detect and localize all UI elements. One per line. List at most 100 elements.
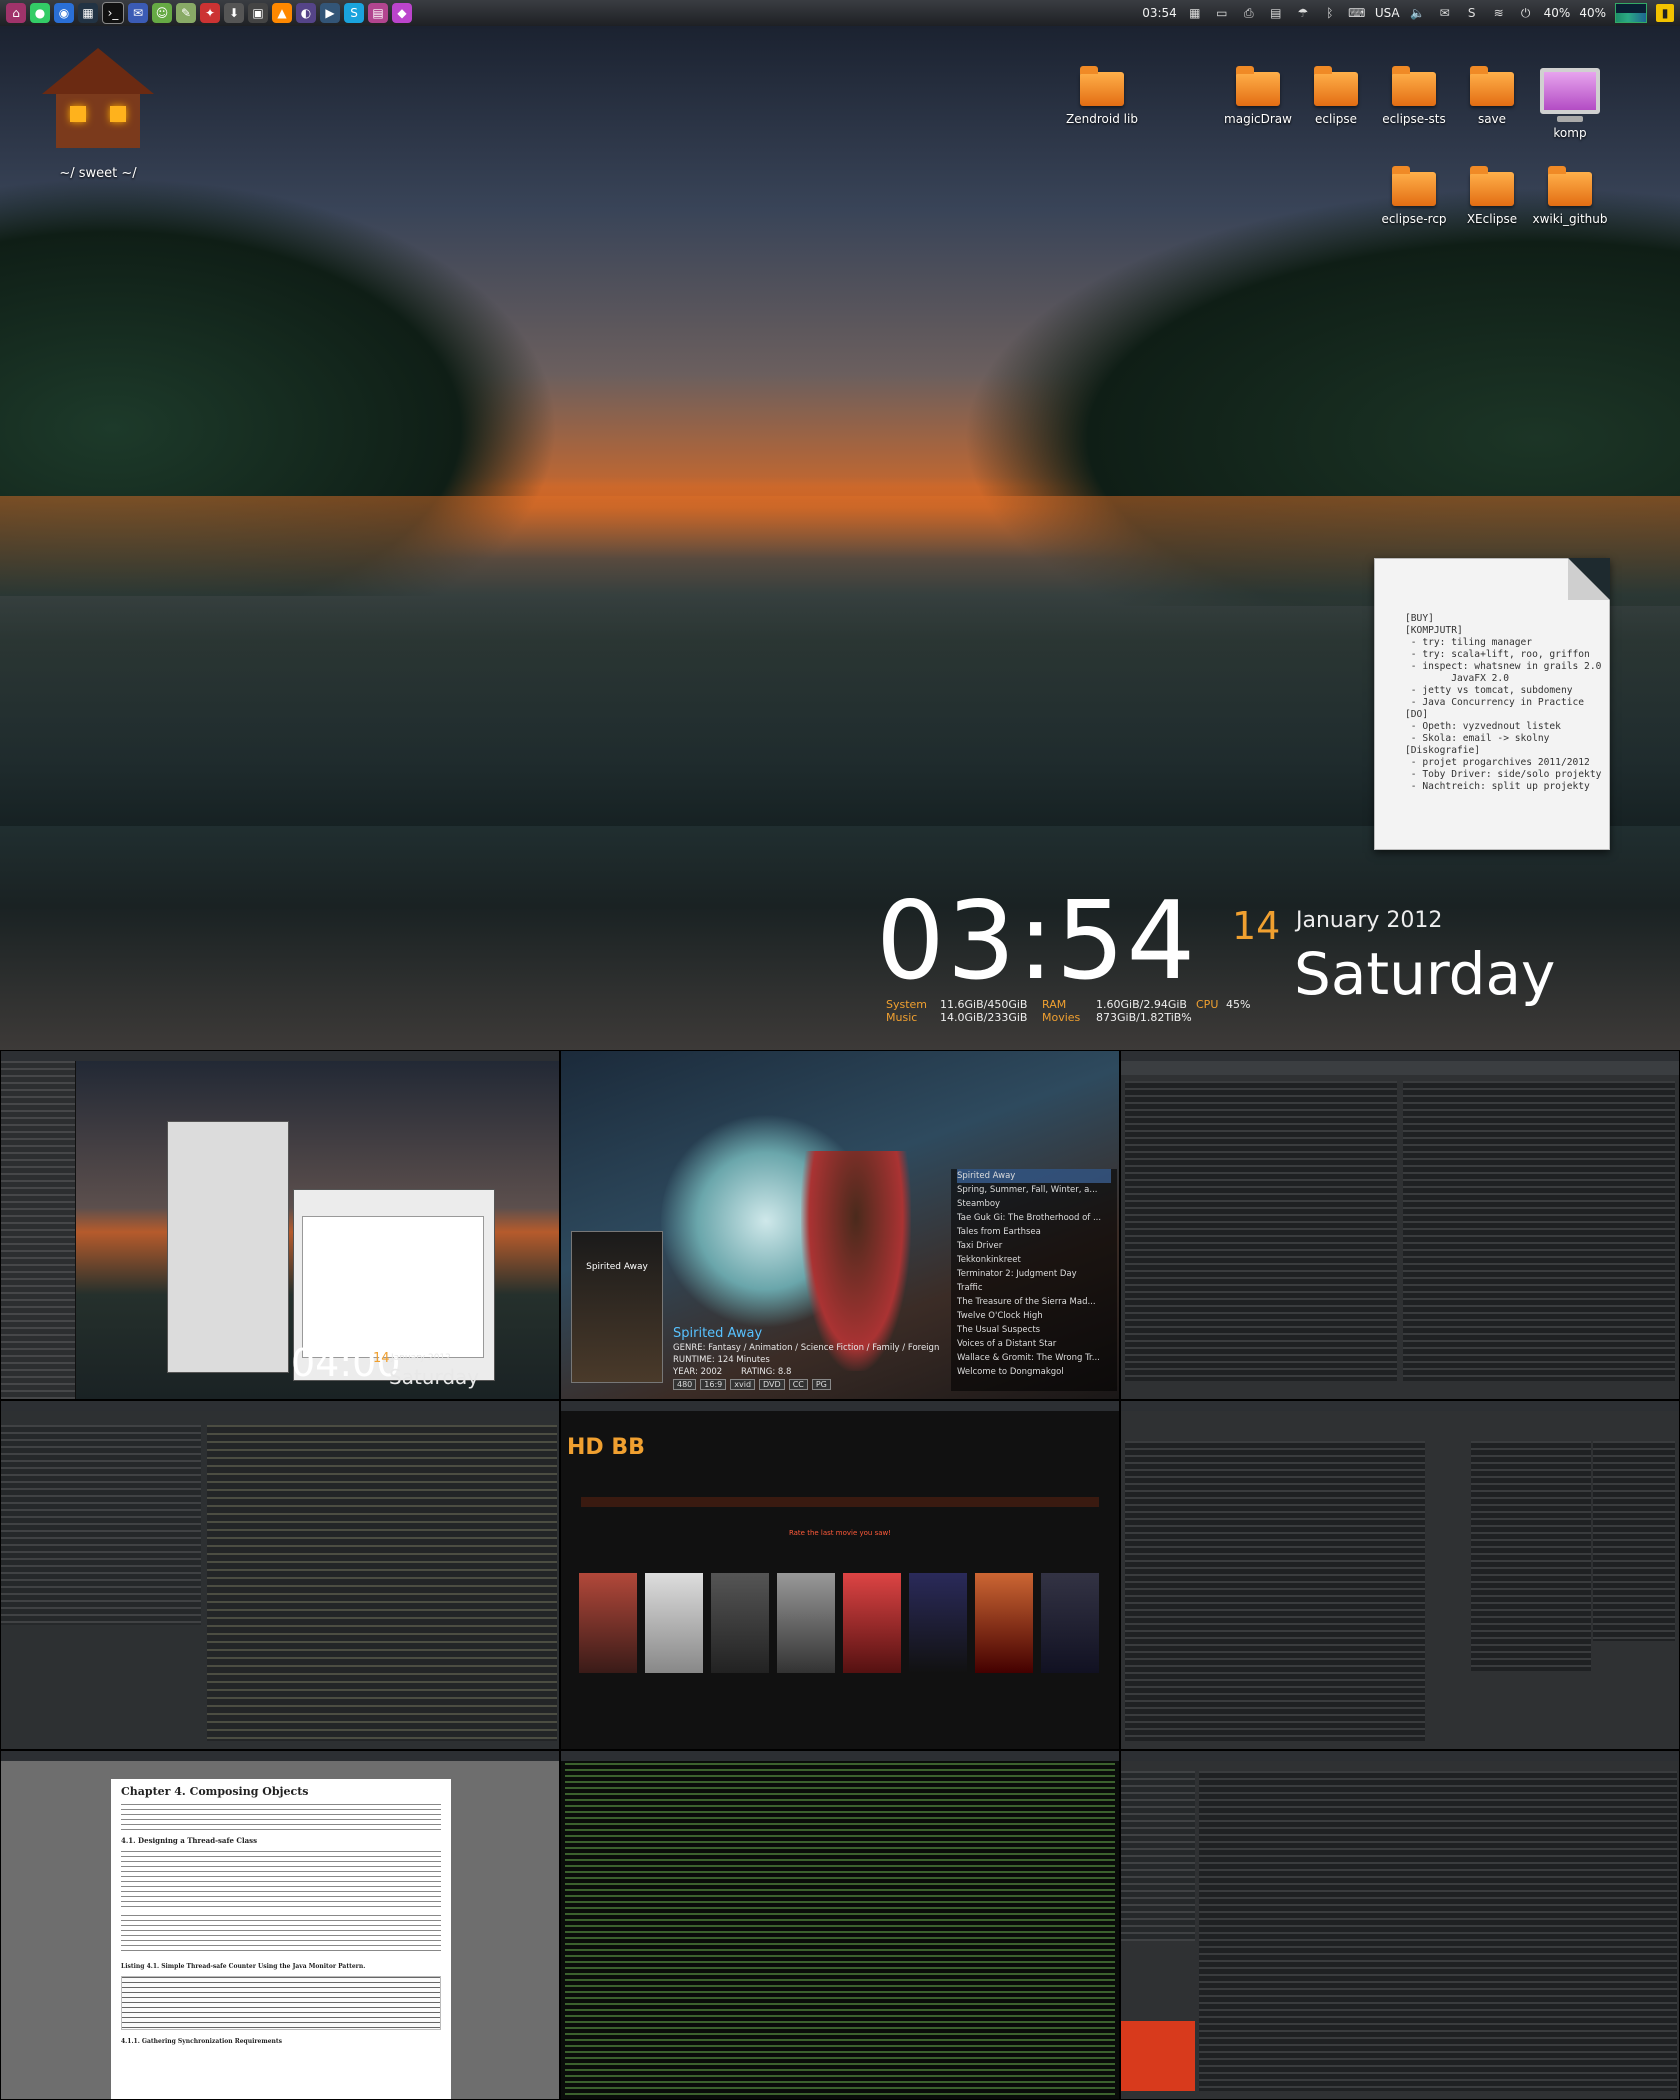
sticky-note-file[interactable]: [BUY] [KOMPJUTR] - try: tiling manager -… [1374,558,1610,850]
screenshot-music-player[interactable] [1120,1750,1680,2100]
netbeans-icon[interactable]: ◆ [392,3,412,23]
wifi-icon[interactable]: ≋ [1490,4,1508,22]
left-pane [1125,1081,1397,1381]
chrome-icon[interactable]: ● [30,3,50,23]
movie-list-item[interactable]: Tales from Earthsea [957,1225,1111,1239]
toolbar [1121,1061,1679,1075]
skype-tray-icon[interactable]: S [1463,4,1481,22]
dialog-window [167,1121,289,1373]
xbmc-icon[interactable]: ▶ [320,3,340,23]
folder-icon [1314,66,1358,106]
folder-icon [1548,166,1592,206]
desktop: ~/ sweet ~/ Zendroid lib magicDraw eclip… [0,26,1680,1050]
inkscape-icon[interactable]: ✦ [200,3,220,23]
poster[interactable] [975,1573,1033,1673]
poster[interactable] [645,1573,703,1673]
home-folder-shortcut[interactable]: ~/ sweet ~/ [28,48,168,181]
poster[interactable] [579,1573,637,1673]
code-editor [207,1425,557,1741]
user-icon[interactable]: ▮ [1656,4,1674,22]
printer-icon[interactable]: ⎙ [1240,4,1258,22]
virtualbox-icon[interactable]: ▣ [248,3,268,23]
system-monitor-graph[interactable] [1615,3,1647,23]
movie-list-item[interactable]: Tekkonkinkreet [957,1253,1111,1267]
movie-runtime: RUNTIME: 124 Minutes [673,1355,770,1365]
notes-icon[interactable]: ▤ [1267,4,1285,22]
gimp-icon[interactable]: ✎ [176,3,196,23]
movie-list-item[interactable]: The Usual Suspects [957,1323,1111,1337]
movie-list-item[interactable]: Tae Guk Gi: The Brotherhood of ... [957,1211,1111,1225]
screenshot-ebook-reader[interactable]: Chapter 4. Composing Objects 4.1. Design… [0,1750,560,2100]
applet-icon[interactable]: ▦ [1186,4,1204,22]
keyboard-icon[interactable]: ⌨ [1348,4,1366,22]
movie-list-item[interactable]: Taxi Driver [957,1239,1111,1253]
power-icon[interactable]: ⏻ [1517,4,1535,22]
code-listing [121,1976,441,2030]
eclipse-icon[interactable]: ◐ [296,3,316,23]
screenshot-torrent-client[interactable] [1120,1400,1680,1750]
subsection-heading: 4.1.1. Gathering Synchronization Require… [121,2038,283,2045]
thunderbird-icon[interactable]: ✉ [128,3,148,23]
poster[interactable] [1041,1573,1099,1673]
home-icon[interactable]: ⌂ [6,3,26,23]
bluetooth-icon[interactable]: ᛒ [1321,4,1339,22]
project-explorer [1,1425,201,1625]
image-viewer-icon[interactable]: ▤ [368,3,388,23]
poster[interactable] [843,1573,901,1673]
synaptic-icon[interactable]: ⬇ [224,3,244,23]
mail-icon[interactable]: ✉ [1436,4,1454,22]
movie-year: YEAR: 2002 [673,1367,723,1377]
folder-icon [1470,166,1514,206]
vlc-icon[interactable]: ▲ [272,3,292,23]
keyboard-layout[interactable]: USA [1375,6,1400,20]
screenshot-desktop-windows[interactable]: 04:00 14 January 2012 Saturday [0,1050,560,1400]
tracker-nav [581,1497,1099,1507]
pidgin-icon[interactable]: ☺ [152,3,172,23]
movie-list-item[interactable]: Terminator 2: Judgment Day [957,1267,1111,1281]
desktop-icon-komp[interactable]: komp [1520,68,1620,140]
poster[interactable] [711,1573,769,1673]
system-tray: 03:54 ▦ ▭ ⎙ ▤ ☂ ᛒ ⌨ USA 🔈 ✉ S ≋ ⏻ 40% 40… [1142,3,1680,23]
screenshot-eclipse-ide[interactable] [0,1400,560,1750]
tracker-logo: HD BB [567,1435,645,1460]
volume-icon[interactable]: 🔈 [1409,4,1427,22]
weather-icon[interactable]: ☂ [1294,4,1312,22]
movie-list-item[interactable]: Twelve O'Clock High [957,1309,1111,1323]
conky-clock-time: 03:54 [876,879,1198,1004]
movie-list-item[interactable]: Traffic [957,1281,1111,1295]
movie-list-item[interactable]: Spirited Away [957,1169,1111,1183]
panel-clock[interactable]: 03:54 [1142,6,1177,20]
computer-icon [1540,68,1600,114]
desktop-icon-zendroid-lib[interactable]: Zendroid lib [1052,66,1152,126]
mini-clock-weekday: Saturday [389,1365,480,1389]
movie-list-item[interactable]: The Treasure of the Sierra Mad... [957,1295,1111,1309]
screenshot-media-center[interactable]: Spirited Away Spirited Away GENRE: Fanta… [560,1050,1120,1400]
conky-clock-weekday: Saturday [1294,940,1556,1008]
screenshot-hdbits-tracker[interactable]: HD BB Rate the last movie you saw! [560,1400,1120,1750]
screenshot-file-manager[interactable] [1120,1050,1680,1400]
house-icon [42,48,154,94]
folder-icon [1392,166,1436,206]
screenshot-terminal[interactable] [560,1750,1120,2100]
movie-list-item[interactable]: Spring, Summer, Fall, Winter, a... [957,1183,1111,1197]
file-manager-icon[interactable]: ▦ [78,3,98,23]
poster[interactable] [777,1573,835,1673]
movie-list-item[interactable]: Welcome to Dongmakgol [957,1365,1111,1379]
battery-2[interactable]: 40% [1579,6,1606,20]
battery-1[interactable]: 40% [1544,6,1571,20]
movie-list-item[interactable]: Wallace & Gromit: The Wrong Tr... [957,1351,1111,1365]
movie-list-item[interactable]: Voices of a Distant Star [957,1337,1111,1351]
conky-mem-stats: RAM 1.60GiB/2.94GiB Movies 873GiB/1.82TiB% [1042,998,1192,1024]
firefox-icon[interactable]: ◉ [54,3,74,23]
desktop-icon-xwiki-github[interactable]: xwiki_github [1520,166,1620,226]
poster[interactable] [909,1573,967,1673]
skype-icon[interactable]: S [344,3,364,23]
movie-list[interactable]: Spirited Away Spring, Summer, Fall, Wint… [951,1169,1117,1391]
album-art [1121,2021,1195,2091]
movie-list-item[interactable]: Steamboy [957,1197,1111,1211]
terminal-icon[interactable]: ›_ [102,2,124,24]
torrent-list [1125,1441,1425,1741]
peer-list [1471,1441,1591,1671]
usb-icon[interactable]: ▭ [1213,4,1231,22]
character-artwork [801,1151,911,1371]
